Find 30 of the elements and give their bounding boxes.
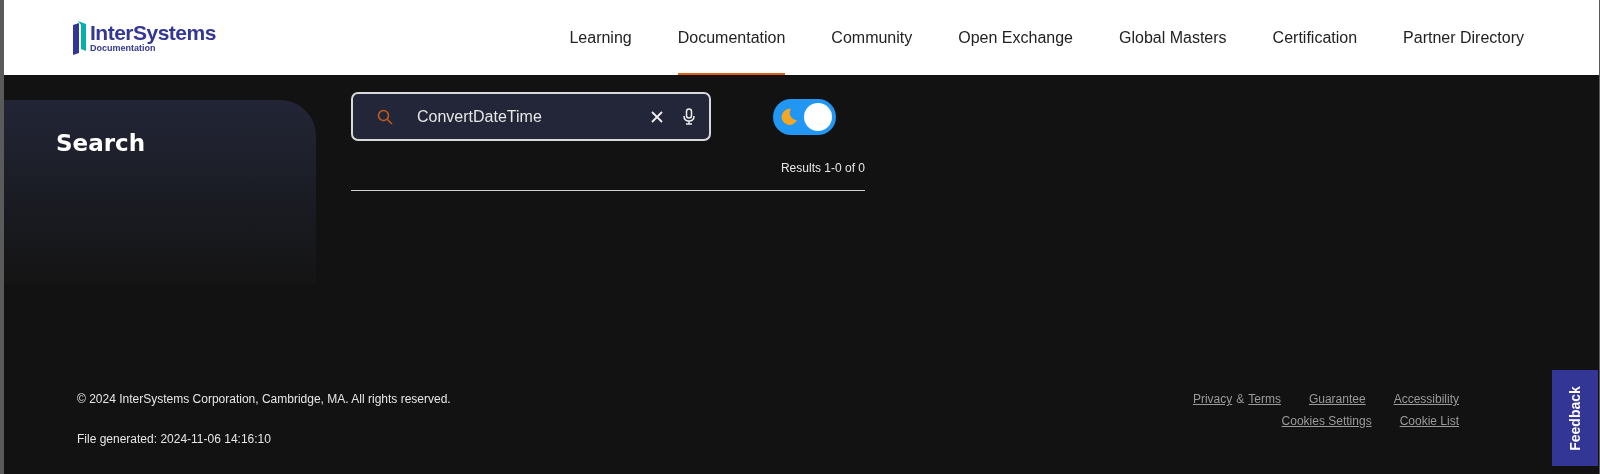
footer-link[interactable]: Cookie List bbox=[1399, 412, 1459, 430]
logo-text: InterSystems bbox=[90, 22, 216, 43]
footer-link[interactable]: Cookies Settings bbox=[1281, 412, 1372, 430]
footer-link[interactable]: Privacy bbox=[1192, 390, 1233, 408]
nav-link[interactable]: Documentation bbox=[677, 0, 786, 75]
moon-icon bbox=[780, 107, 798, 126]
logo-subtitle: Documentation bbox=[90, 44, 156, 53]
sidebar-title: Search bbox=[56, 129, 146, 158]
nav-link[interactable]: Partner Directory bbox=[1403, 0, 1524, 75]
copyright-text: © 2024 InterSystems Corporation, Cambridge, MA. All rights reserved. bbox=[77, 391, 451, 408]
toggle-thumb bbox=[804, 102, 832, 131]
microphone-icon[interactable] bbox=[683, 108, 695, 125]
footer-link[interactable]: Terms bbox=[1248, 390, 1281, 408]
dark-mode-toggle[interactable] bbox=[773, 98, 836, 135]
nav-link[interactable]: Global Masters bbox=[1119, 0, 1227, 75]
feedback-tab[interactable]: Feedback bbox=[1552, 370, 1598, 466]
nav-link[interactable]: Community bbox=[831, 0, 913, 75]
footer-link[interactable]: Accessibility bbox=[1393, 390, 1459, 408]
search-input[interactable]: ConvertDateTime bbox=[417, 104, 651, 129]
footer-link[interactable]: Guarantee bbox=[1308, 390, 1366, 408]
nav-link[interactable]: Certification bbox=[1272, 0, 1358, 75]
search-field[interactable]: ConvertDateTime bbox=[351, 92, 711, 141]
search-icon bbox=[377, 108, 393, 125]
ampersand-text: & bbox=[1236, 391, 1245, 408]
logo-icon bbox=[73, 20, 87, 55]
nav-link[interactable]: Learning bbox=[569, 0, 632, 75]
close-icon[interactable] bbox=[651, 110, 663, 123]
file-generated-text: File generated: 2024-11-06 14:16:10 bbox=[77, 431, 272, 448]
nav-link[interactable]: Open Exchange bbox=[958, 0, 1073, 75]
results-count: Results 1-0 of 0 bbox=[780, 160, 865, 177]
